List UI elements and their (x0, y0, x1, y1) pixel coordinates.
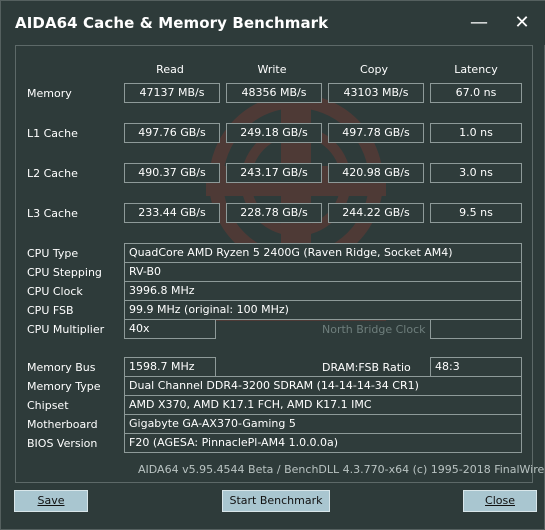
cpu-multiplier-label: CPU Multiplier (27, 323, 105, 336)
chipset-label: Chipset (27, 399, 69, 412)
version-footer: AIDA64 v5.95.4544 Beta / BenchDLL 4.3.77… (138, 463, 545, 476)
memory-type-value: Dual Channel DDR4-3200 SDRAM (14-14-14-3… (124, 376, 522, 396)
minimize-icon[interactable]: — (467, 11, 491, 35)
l2-latency-value: 3.0 ns (430, 163, 522, 183)
close-icon[interactable]: ✕ (510, 11, 534, 35)
l2-read-value: 490.37 GB/s (124, 163, 220, 183)
column-header-latency: Latency (454, 63, 498, 76)
memory-read-value: 47137 MB/s (124, 83, 220, 103)
l3-write-value: 228.78 GB/s (226, 203, 322, 223)
window-title: AIDA64 Cache & Memory Benchmark (15, 14, 329, 32)
close-button[interactable]: Close (463, 490, 537, 512)
l1-write-value: 249.18 GB/s (226, 123, 322, 143)
motherboard-label: Motherboard (27, 418, 98, 431)
cpu-type-label: CPU Type (27, 247, 79, 260)
cpu-fsb-label: CPU FSB (27, 304, 74, 317)
cpu-multiplier-value: 40x (124, 319, 216, 339)
bios-version-label: BIOS Version (27, 437, 98, 450)
bios-version-value: F20 (AGESA: PinnaclePl-AM4 1.0.0.0a) (124, 433, 522, 453)
cpu-type-value: QuadCore AMD Ryzen 5 2400G (Raven Ridge,… (124, 243, 522, 263)
l2-write-value: 243.17 GB/s (226, 163, 322, 183)
row-label-memory: Memory (27, 87, 72, 100)
start-benchmark-button[interactable]: Start Benchmark (222, 490, 330, 512)
cpu-fsb-value: 99.9 MHz (original: 100 MHz) (124, 300, 522, 320)
column-header-write: Write (257, 63, 287, 76)
memory-type-label: Memory Type (27, 380, 101, 393)
save-button-label: Save (37, 494, 65, 507)
cpu-stepping-label: CPU Stepping (27, 266, 102, 279)
benchmark-window: AIDA64 Cache & Memory Benchmark — ✕ Read… (0, 0, 545, 530)
title-bar[interactable]: AIDA64 Cache & Memory Benchmark — ✕ (1, 1, 545, 45)
save-button[interactable]: Save (14, 490, 88, 512)
column-header-read: Read (156, 63, 184, 76)
row-label-l3-cache: L3 Cache (27, 207, 78, 220)
dram-fsb-ratio-label: DRAM:FSB Ratio (322, 361, 411, 374)
cpu-clock-value: 3996.8 MHz (124, 281, 522, 301)
close-button-label: Close (485, 494, 515, 507)
memory-write-value: 48356 MB/s (226, 83, 322, 103)
memory-bus-label: Memory Bus (27, 361, 96, 374)
l2-copy-value: 420.98 GB/s (328, 163, 424, 183)
start-benchmark-button-label: Start Benchmark (229, 494, 323, 507)
north-bridge-clock-label: North Bridge Clock (322, 323, 426, 336)
l1-latency-value: 1.0 ns (430, 123, 522, 143)
l3-copy-value: 244.22 GB/s (328, 203, 424, 223)
l3-read-value: 233.44 GB/s (124, 203, 220, 223)
row-label-l2-cache: L2 Cache (27, 167, 78, 180)
memory-bus-value: 1598.7 MHz (124, 357, 216, 377)
chipset-value: AMD X370, AMD K17.1 FCH, AMD K17.1 IMC (124, 395, 522, 415)
memory-latency-value: 67.0 ns (430, 83, 522, 103)
row-label-l1-cache: L1 Cache (27, 127, 78, 140)
l1-read-value: 497.76 GB/s (124, 123, 220, 143)
north-bridge-clock-value (430, 319, 522, 339)
l3-latency-value: 9.5 ns (430, 203, 522, 223)
memory-copy-value: 43103 MB/s (328, 83, 424, 103)
cpu-stepping-value: RV-B0 (124, 262, 522, 282)
cpu-clock-label: CPU Clock (27, 285, 83, 298)
l1-copy-value: 497.78 GB/s (328, 123, 424, 143)
motherboard-value: Gigabyte GA-AX370-Gaming 5 (124, 414, 522, 434)
dram-fsb-ratio-value: 48:3 (430, 357, 522, 377)
column-header-copy: Copy (360, 63, 388, 76)
